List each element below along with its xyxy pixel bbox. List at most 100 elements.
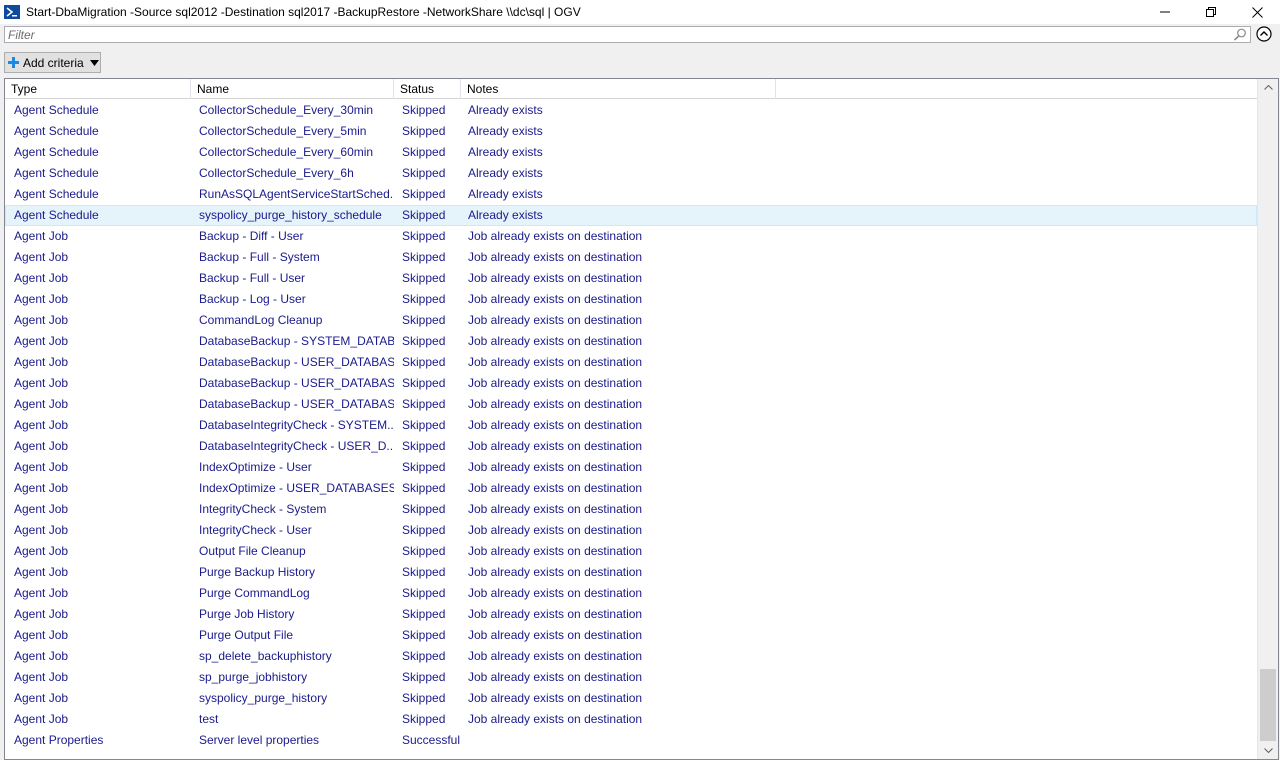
cell-notes: Job already exists on destination (468, 712, 643, 726)
table-row[interactable]: Agent Job IntegrityCheck - System Skipped J… (5, 499, 1257, 520)
restore-button[interactable] (1188, 0, 1234, 24)
cell-status: Skipped (402, 334, 446, 348)
table-row[interactable]: Agent Job Purge Job History Skipped Job alr… (5, 604, 1257, 625)
cell-name: CollectorSchedule_Every_6h (199, 166, 354, 180)
table-row[interactable]: Agent Job DatabaseIntegrityCheck - SYSTEM… (5, 415, 1257, 436)
table-row[interactable]: Agent Job Backup - Full - System Skipped Jo… (5, 247, 1257, 268)
table-row[interactable]: Agent Job Purge Output File Skipped Job alr… (5, 625, 1257, 646)
table-row[interactable]: Agent Job IndexOptimize - USER_DATABASES S… (5, 478, 1257, 499)
column-header-type[interactable]: Type (5, 79, 191, 99)
table-row[interactable]: Agent Job DatabaseBackup - USER_DATABAS..… (5, 373, 1257, 394)
cell-status: Skipped (402, 271, 446, 285)
table-row[interactable]: Agent Job sp_purge_jobhistory Skipped Job a… (5, 667, 1257, 688)
table-row[interactable]: Agent Job Backup - Diff - User Skipped Job … (5, 226, 1257, 247)
cell-type: Agent Job (14, 376, 69, 390)
scrollbar-thumb[interactable] (1260, 669, 1276, 741)
table-row[interactable]: Agent Job CommandLog Cleanup Skipped Job al… (5, 310, 1257, 331)
table-row[interactable]: Agent Job IntegrityCheck - User Skipped Job… (5, 520, 1257, 541)
table-row[interactable]: Agent Schedule syspolicy_purge_history_sc… (5, 205, 1257, 226)
cell-type: Agent Job (14, 292, 69, 306)
table-row[interactable]: Agent Job Backup - Full - User Skipped Job … (5, 268, 1257, 289)
cell-status: Skipped (402, 607, 446, 621)
cell-type: Agent Job (14, 397, 69, 411)
cell-status: Skipped (402, 691, 446, 705)
cell-notes: Already exists (468, 103, 543, 117)
cell-name: Output File Cleanup (199, 544, 306, 558)
grid-header: Type Name Status Notes (5, 79, 1257, 99)
cell-type: Agent Schedule (14, 124, 99, 138)
window-title: Start-DbaMigration -Source sql2012 -Dest… (26, 5, 581, 19)
cell-status: Skipped (402, 250, 446, 264)
cell-notes: Job already exists on destination (468, 586, 643, 600)
cell-type: Agent Schedule (14, 187, 99, 201)
cell-notes: Job already exists on destination (468, 271, 643, 285)
chevron-up-circle-icon (1256, 26, 1272, 42)
cell-status: Skipped (402, 565, 446, 579)
cell-status: Skipped (402, 397, 446, 411)
column-header-name[interactable]: Name (191, 79, 394, 99)
cell-type: Agent Job (14, 628, 69, 642)
table-row[interactable]: Agent Job sp_delete_backuphistory Skipped J… (5, 646, 1257, 667)
table-row[interactable]: Agent Job DatabaseBackup - USER_DATABAS..… (5, 352, 1257, 373)
table-row[interactable]: Agent Job DatabaseIntegrityCheck - USER_D… (5, 436, 1257, 457)
column-header-status[interactable]: Status (394, 79, 461, 99)
table-row[interactable]: Agent Schedule RunAsSQLAgentServiceStartS… (5, 184, 1257, 205)
table-row[interactable]: Agent Job Backup - Log - User Skipped Job a… (5, 289, 1257, 310)
cell-name: Purge Backup History (199, 565, 316, 579)
cell-type: Agent Job (14, 670, 69, 684)
scroll-up-button[interactable] (1258, 79, 1278, 96)
search-icon[interactable] (1232, 27, 1248, 42)
cell-name: Server level properties (199, 733, 320, 747)
cell-name: IndexOptimize - USER_DATABASES (199, 481, 394, 495)
cell-status: Skipped (402, 628, 446, 642)
cell-notes (460, 731, 760, 750)
table-row[interactable]: Agent Job test Skipped Job already exists o… (5, 709, 1257, 730)
cell-notes: Already exists (468, 145, 543, 159)
table-row[interactable]: Agent Job Purge Backup History Skipped Job … (5, 562, 1257, 583)
scroll-down-button[interactable] (1258, 742, 1278, 759)
cell-type: Agent Job (14, 586, 69, 600)
add-criteria-button[interactable]: Add criteria (4, 52, 101, 73)
table-row[interactable]: Agent Schedule CollectorSchedule_Every_6h… (5, 163, 1257, 184)
grid-body: Agent Schedule CollectorSchedule_Every_30… (5, 100, 1257, 751)
minimize-button[interactable] (1142, 0, 1188, 24)
table-row[interactable]: Agent Schedule CollectorSchedule_Every_5m… (5, 121, 1257, 142)
cell-status: Skipped (402, 292, 446, 306)
filter-input[interactable] (5, 27, 1232, 42)
close-icon (1251, 6, 1263, 18)
vertical-scrollbar[interactable] (1257, 79, 1278, 759)
table-row[interactable]: Agent Job Output File Cleanup Skipped Job a… (5, 541, 1257, 562)
cell-notes: Job already exists on destination (468, 313, 643, 327)
table-row[interactable]: Agent Job syspolicy_purge_history Skipped J… (5, 688, 1257, 709)
title-bar: Start-DbaMigration -Source sql2012 -Dest… (0, 0, 1280, 24)
table-row[interactable]: Agent Schedule CollectorSchedule_Every_30… (5, 100, 1257, 121)
cell-name: DatabaseBackup - USER_DATABAS... (199, 355, 394, 369)
cell-type: Agent Job (14, 544, 69, 558)
cell-status: Skipped (402, 166, 446, 180)
column-header-notes[interactable]: Notes (461, 79, 776, 99)
cell-type: Agent Job (14, 229, 69, 243)
collapse-filter-button[interactable] (1255, 25, 1273, 43)
cell-notes: Job already exists on destination (468, 628, 643, 642)
cell-name: DatabaseBackup - USER_DATABAS... (199, 397, 394, 411)
table-row[interactable]: Agent Schedule CollectorSchedule_Every_60… (5, 142, 1257, 163)
cell-status: Skipped (402, 229, 446, 243)
table-row[interactable]: Agent Job DatabaseBackup - SYSTEM_DATAB..… (5, 331, 1257, 352)
table-row[interactable]: Agent Job IndexOptimize - User Skipped Job … (5, 457, 1257, 478)
close-button[interactable] (1234, 0, 1280, 24)
cell-status: Skipped (402, 460, 446, 474)
cell-type: Agent Schedule (14, 145, 99, 159)
cell-name: test (199, 712, 219, 726)
table-row[interactable]: Agent Job Purge CommandLog Skipped Job alre… (5, 583, 1257, 604)
app-window: Start-DbaMigration -Source sql2012 -Dest… (0, 0, 1280, 760)
cell-type: Agent Job (14, 460, 69, 474)
table-row[interactable]: Agent Properties Server level properties S… (5, 730, 1257, 751)
cell-notes: Job already exists on destination (468, 292, 643, 306)
cell-type: Agent Job (14, 250, 69, 264)
cell-name: DatabaseBackup - USER_DATABAS... (199, 376, 394, 390)
powershell-icon (4, 5, 20, 19)
cell-notes: Job already exists on destination (468, 670, 643, 684)
cell-status: Skipped (402, 208, 446, 222)
cell-status: Skipped (402, 145, 446, 159)
table-row[interactable]: Agent Job DatabaseBackup - USER_DATABAS..… (5, 394, 1257, 415)
